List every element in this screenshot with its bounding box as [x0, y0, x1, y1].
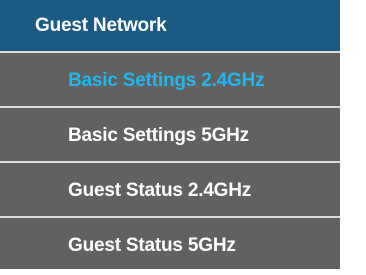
menu-header-guest-network[interactable]: Guest Network [0, 0, 340, 51]
menu-item-guest-status-5ghz[interactable]: Guest Status 5GHz [0, 216, 340, 269]
guest-network-menu: Guest Network Basic Settings 2.4GHz Basi… [0, 0, 340, 269]
menu-item-basic-settings-24ghz[interactable]: Basic Settings 2.4GHz [0, 51, 340, 106]
menu-item-guest-status-24ghz[interactable]: Guest Status 2.4GHz [0, 161, 340, 216]
menu-item-basic-settings-5ghz[interactable]: Basic Settings 5GHz [0, 106, 340, 161]
